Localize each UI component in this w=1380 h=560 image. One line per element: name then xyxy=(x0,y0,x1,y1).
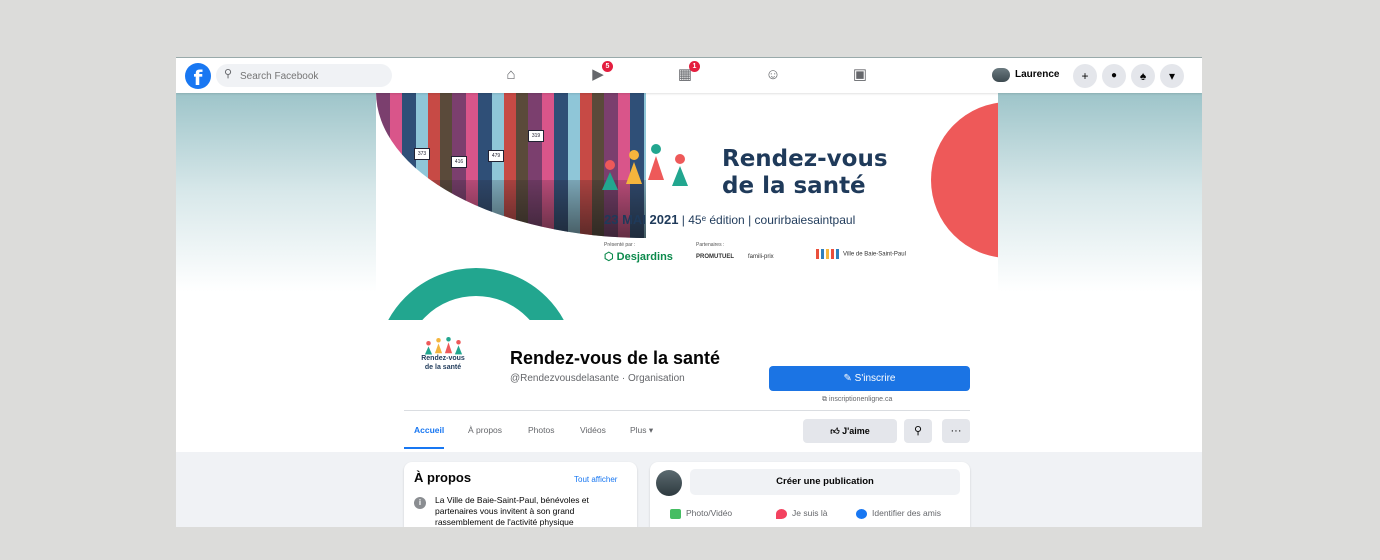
profile-label-line1: Rendez-vous xyxy=(421,355,465,362)
signup-external-link[interactable]: ⧉ inscriptionenligne.ca xyxy=(822,396,892,404)
about-description: La Ville de Baie-Saint-Paul, bénévoles e… xyxy=(435,495,589,527)
tab-accueil[interactable]: Accueil xyxy=(414,425,444,435)
tag-friends-icon xyxy=(856,508,867,519)
sponsor-desjardins: ⬡ Desjardins xyxy=(604,250,673,263)
tab-videos[interactable]: Vidéos xyxy=(580,425,606,435)
more-options-button[interactable]: ··· xyxy=(942,419,970,443)
check-in-label: Je suis là xyxy=(792,508,828,518)
external-link-icon: ⧉ xyxy=(822,396,829,403)
cover-photo[interactable]: 373 416 479 319 Rendez-vous de la santé … xyxy=(376,92,998,320)
cover-title-line1: Rendez-vous xyxy=(722,146,888,172)
sponsor-baie-saint-paul: Ville de Baie-Saint-Paul xyxy=(816,249,906,259)
teal-arc-shape xyxy=(376,268,576,320)
avatar xyxy=(992,68,1010,82)
search-box[interactable]: ⚲ xyxy=(216,64,392,87)
race-bib: 479 xyxy=(488,150,504,162)
desjardins-logo-icon: ⬡ xyxy=(604,251,617,263)
check-in-button[interactable]: Je suis là xyxy=(776,508,827,519)
cover-date-line: 23 MAI 2021 | 45ᵉ édition | courirbaiesa… xyxy=(604,212,855,227)
groups-icon[interactable]: ☺ xyxy=(758,63,788,87)
profile-picture-label: Rendez-vous de la santé xyxy=(404,354,482,372)
about-title: À propos xyxy=(414,470,472,485)
home-icon[interactable]: ⌂ xyxy=(496,63,526,87)
like-button[interactable]: 👍︎ J'aime xyxy=(803,419,897,443)
presented-by-label: Présenté par : xyxy=(604,242,636,248)
create-post-button[interactable]: Créer une publication xyxy=(690,469,960,495)
sponsor-familiprix: famili-prix xyxy=(748,254,774,260)
watch-icon[interactable]: ▶ 5 xyxy=(583,61,613,87)
messenger-icon[interactable]: ● xyxy=(1102,64,1126,88)
tag-friends-button[interactable]: Identifier des amis xyxy=(856,508,941,519)
profile-label-line2: de la santé xyxy=(424,364,462,371)
gaming-icon[interactable]: ▣ xyxy=(845,63,875,87)
search-icon: ⚲ xyxy=(224,68,233,80)
page-title: Rendez-vous de la santé xyxy=(510,348,721,368)
location-pin-icon xyxy=(776,508,787,519)
search-input[interactable] xyxy=(238,66,387,86)
event-date: 23 MAI 2021 xyxy=(604,212,679,227)
signup-button[interactable]: ✎ S'inscrire xyxy=(769,366,970,391)
divider xyxy=(404,410,970,411)
profile-picture[interactable]: Rendez-vous de la santé xyxy=(404,337,482,399)
tab-plus[interactable]: Plus ▾ xyxy=(630,425,653,436)
tab-photos[interactable]: Photos xyxy=(528,425,554,435)
browser-frame: f ⚲ ⌂ ▶5 ▦1 ☺ ▣ Laurence + ● ♠ ▾ 373 416… xyxy=(176,57,1202,527)
plus-icon[interactable]: + xyxy=(1073,64,1097,88)
more-icon: ··· xyxy=(950,425,962,437)
user-name: Laurence xyxy=(1015,69,1060,80)
see-all-link[interactable]: Tout afficher xyxy=(574,475,617,484)
city-logo-icon xyxy=(816,249,840,259)
partners-label: Partenaires : xyxy=(696,242,725,248)
post-composer: Créer une publication Photo/Vidéo Je sui… xyxy=(650,462,970,527)
event-logo-icon xyxy=(424,337,464,355)
thumbs-up-icon: 👍︎ xyxy=(830,426,843,436)
race-bib: 373 xyxy=(414,148,430,160)
page-handle: @Rendezvousdelasante · Organisation xyxy=(510,373,685,384)
marketplace-icon[interactable]: ▦ 1 xyxy=(670,61,700,87)
info-icon: i xyxy=(414,497,426,509)
notification-badge: 5 xyxy=(602,61,613,72)
notification-badge: 1 xyxy=(689,61,700,72)
bell-icon[interactable]: ♠ xyxy=(1131,64,1155,88)
cover-title: Rendez-vous de la santé xyxy=(722,146,888,200)
sponsor-desjardins-label: Desjardins xyxy=(616,251,673,263)
photo-video-button[interactable]: Photo/Vidéo xyxy=(670,508,732,519)
tag-friends-label: Identifier des amis xyxy=(872,508,941,518)
sponsor-city-label: Ville de Baie-Saint-Paul xyxy=(843,251,906,258)
race-bib: 319 xyxy=(528,130,544,142)
about-card: À propos Tout afficher i La Ville de Bai… xyxy=(404,462,637,527)
cover-title-line2: de la santé xyxy=(722,173,866,199)
search-icon: ⚲ xyxy=(913,425,923,437)
event-logo-icon xyxy=(600,144,710,200)
tab-a-propos[interactable]: À propos xyxy=(468,425,502,435)
race-bib: 416 xyxy=(451,156,467,168)
photo-video-label: Photo/Vidéo xyxy=(686,508,733,518)
edition-text: | 45ᵉ édition | courirbaiesaintpaul xyxy=(681,213,856,227)
signup-label: S'inscrire xyxy=(854,373,896,384)
coral-circle-shape xyxy=(931,102,998,258)
top-navigation-bar: f ⚲ ⌂ ▶5 ▦1 ☺ ▣ Laurence + ● ♠ ▾ xyxy=(176,57,1202,93)
avatar[interactable] xyxy=(656,470,682,496)
search-page-button[interactable]: ⚲ xyxy=(904,419,932,443)
pencil-icon: ✎ xyxy=(843,373,855,384)
sponsor-promutuel: PROMUTUEL xyxy=(696,254,734,260)
facebook-logo-icon[interactable]: f xyxy=(185,63,211,89)
signup-link-label: inscriptionenligne.ca xyxy=(828,396,893,403)
like-label: J'aime xyxy=(842,426,870,436)
photo-icon xyxy=(670,508,681,519)
active-tab-indicator xyxy=(404,447,444,449)
dropdown-icon[interactable]: ▾ xyxy=(1160,64,1184,88)
